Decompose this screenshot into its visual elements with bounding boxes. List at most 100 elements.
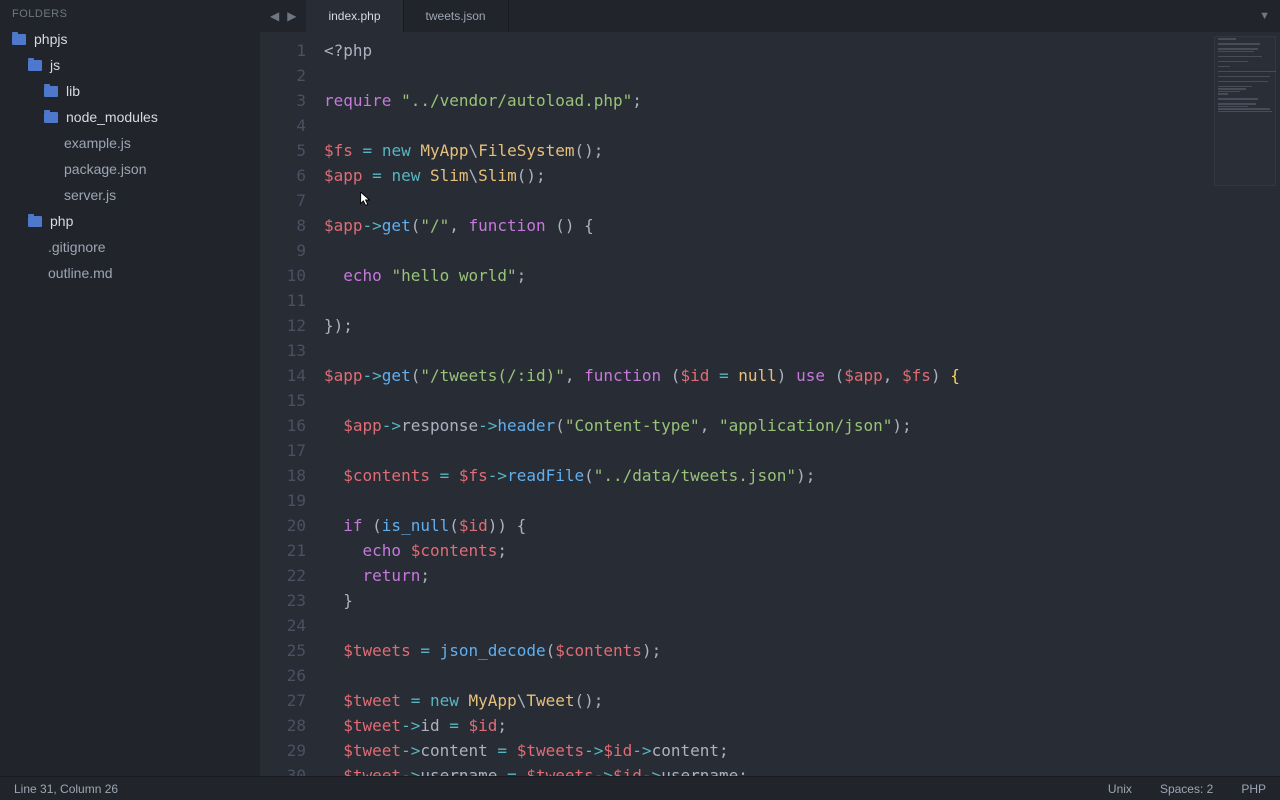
line-number: 9 [260, 238, 306, 263]
line-number: 14 [260, 363, 306, 388]
code-line[interactable] [324, 113, 1280, 138]
code-line[interactable]: $tweet->id = $id; [324, 713, 1280, 738]
folder-item-php[interactable]: php [0, 208, 260, 234]
code-content[interactable]: <?php require "../vendor/autoload.php"; … [320, 32, 1280, 776]
line-number: 30 [260, 763, 306, 776]
code-line[interactable]: $app->response->header("Content-type", "… [324, 413, 1280, 438]
code-line[interactable] [324, 613, 1280, 638]
line-number: 4 [260, 113, 306, 138]
folder-tree: phpjs jslib node_modules example.js package.… [0, 26, 260, 286]
status-bar: Line 31, Column 26 Unix Spaces: 2 PHP [0, 776, 1280, 800]
file-item-outline-md[interactable]: outline.md [0, 260, 260, 286]
line-number: 22 [260, 563, 306, 588]
tree-item-label: example.js [64, 135, 131, 151]
tree-item-label: package.json [64, 161, 147, 177]
code-line[interactable] [324, 388, 1280, 413]
tab-nav: ◀ ▶ [260, 0, 306, 32]
line-number: 13 [260, 338, 306, 363]
line-number: 18 [260, 463, 306, 488]
code-line[interactable]: <?php [324, 38, 1280, 63]
line-number-gutter: 1234567891011121314151617181920212223242… [260, 32, 320, 776]
line-number: 16 [260, 413, 306, 438]
code-line[interactable]: $tweet->username = $tweets->$id->usernam… [324, 763, 1280, 776]
code-line[interactable]: $fs = new MyApp\FileSystem(); [324, 138, 1280, 163]
status-line-endings[interactable]: Unix [1108, 782, 1132, 796]
code-line[interactable]: $contents = $fs->readFile("../data/tweet… [324, 463, 1280, 488]
status-language[interactable]: PHP [1241, 782, 1266, 796]
tab-bar: ◀ ▶ index.phptweets.json ▼ [260, 0, 1280, 32]
folder-item-lib[interactable]: lib [0, 78, 260, 104]
line-number: 20 [260, 513, 306, 538]
line-number: 15 [260, 388, 306, 413]
line-number: 2 [260, 63, 306, 88]
code-line[interactable]: echo "hello world"; [324, 263, 1280, 288]
code-line[interactable] [324, 238, 1280, 263]
tree-item-label: node_modules [66, 109, 158, 125]
folder-item-phpjs[interactable]: phpjs [0, 26, 260, 52]
code-line[interactable] [324, 63, 1280, 88]
file-item-server-js[interactable]: server.js [0, 182, 260, 208]
nav-forward-icon[interactable]: ▶ [285, 7, 298, 25]
code-editor[interactable]: 1234567891011121314151617181920212223242… [260, 32, 1280, 776]
tab-tweets-json[interactable]: tweets.json [404, 0, 509, 32]
line-number: 10 [260, 263, 306, 288]
line-number: 26 [260, 663, 306, 688]
line-number: 25 [260, 638, 306, 663]
code-line[interactable]: $app->get("/tweets(/:id)", function ($id… [324, 363, 1280, 388]
code-line[interactable]: $app->get("/", function () { [324, 213, 1280, 238]
folder-icon [12, 34, 26, 45]
code-line[interactable]: $tweet->content = $tweets->$id->content; [324, 738, 1280, 763]
line-number: 12 [260, 313, 306, 338]
line-number: 27 [260, 688, 306, 713]
line-number: 23 [260, 588, 306, 613]
file-item-example-js[interactable]: example.js [0, 130, 260, 156]
line-number: 24 [260, 613, 306, 638]
code-line[interactable]: echo $contents; [324, 538, 1280, 563]
nav-back-icon[interactable]: ◀ [268, 7, 281, 25]
folder-item-js[interactable]: js [0, 52, 260, 78]
code-line[interactable]: $app = new Slim\Slim(); [324, 163, 1280, 188]
line-number: 6 [260, 163, 306, 188]
line-number: 28 [260, 713, 306, 738]
folder-sidebar: FOLDERS phpjs jslib node_modules example.js… [0, 0, 260, 776]
tree-item-label: outline.md [48, 265, 113, 281]
line-number: 29 [260, 738, 306, 763]
code-line[interactable]: }); [324, 313, 1280, 338]
code-line[interactable] [324, 438, 1280, 463]
tab-index-php[interactable]: index.php [306, 0, 403, 32]
code-line[interactable] [324, 338, 1280, 363]
sidebar-header: FOLDERS [0, 0, 260, 26]
file-item--gitignore[interactable]: .gitignore [0, 234, 260, 260]
status-indent[interactable]: Spaces: 2 [1160, 782, 1213, 796]
folder-item-node-modules[interactable]: node_modules [0, 104, 260, 130]
line-number: 1 [260, 38, 306, 63]
code-line[interactable]: if (is_null($id)) { [324, 513, 1280, 538]
tree-item-label: phpjs [34, 31, 67, 47]
folder-icon [44, 86, 58, 97]
folder-icon [44, 112, 58, 123]
code-line[interactable] [324, 188, 1280, 213]
code-line[interactable] [324, 663, 1280, 688]
code-line[interactable] [324, 488, 1280, 513]
tree-item-label: php [50, 213, 73, 229]
status-cursor-position[interactable]: Line 31, Column 26 [14, 782, 1080, 796]
code-line[interactable]: } [324, 588, 1280, 613]
code-line[interactable]: $tweets = json_decode($contents); [324, 638, 1280, 663]
minimap[interactable] [1214, 36, 1276, 186]
file-item-package-json[interactable]: package.json [0, 156, 260, 182]
line-number: 3 [260, 88, 306, 113]
line-number: 11 [260, 288, 306, 313]
code-line[interactable]: return; [324, 563, 1280, 588]
tree-item-label: .gitignore [48, 239, 106, 255]
line-number: 19 [260, 488, 306, 513]
tree-item-label: lib [66, 83, 80, 99]
code-line[interactable] [324, 288, 1280, 313]
code-line[interactable]: require "../vendor/autoload.php"; [324, 88, 1280, 113]
tree-item-label: js [50, 57, 60, 73]
line-number: 8 [260, 213, 306, 238]
folder-icon [28, 216, 42, 227]
line-number: 7 [260, 188, 306, 213]
folder-icon [28, 60, 42, 71]
tab-overflow-icon[interactable]: ▼ [1249, 0, 1280, 32]
code-line[interactable]: $tweet = new MyApp\Tweet(); [324, 688, 1280, 713]
